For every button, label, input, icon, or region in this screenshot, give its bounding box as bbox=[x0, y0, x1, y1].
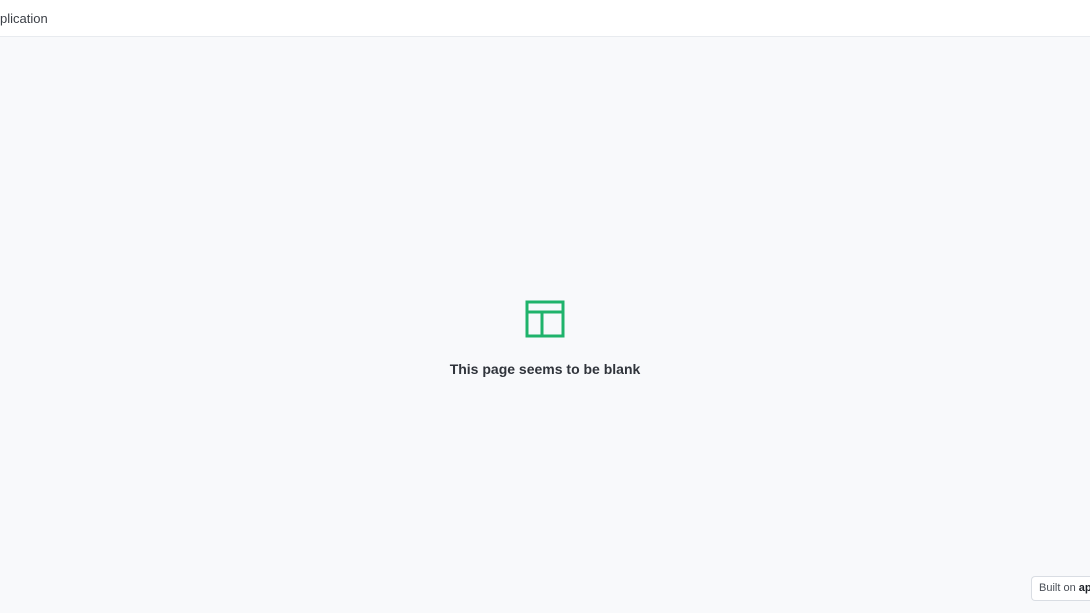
built-on-brand: ap bbox=[1078, 582, 1090, 594]
app-title: plication bbox=[0, 11, 48, 26]
built-on-badge[interactable]: Built onap bbox=[1031, 576, 1090, 601]
layout-icon bbox=[525, 300, 565, 338]
app-header: plication bbox=[0, 0, 1090, 37]
page-canvas: This page seems to be blank bbox=[0, 37, 1090, 613]
empty-state: This page seems to be blank bbox=[0, 300, 1090, 378]
empty-state-message: This page seems to be blank bbox=[449, 361, 641, 377]
built-on-prefix: Built on bbox=[1039, 582, 1076, 594]
